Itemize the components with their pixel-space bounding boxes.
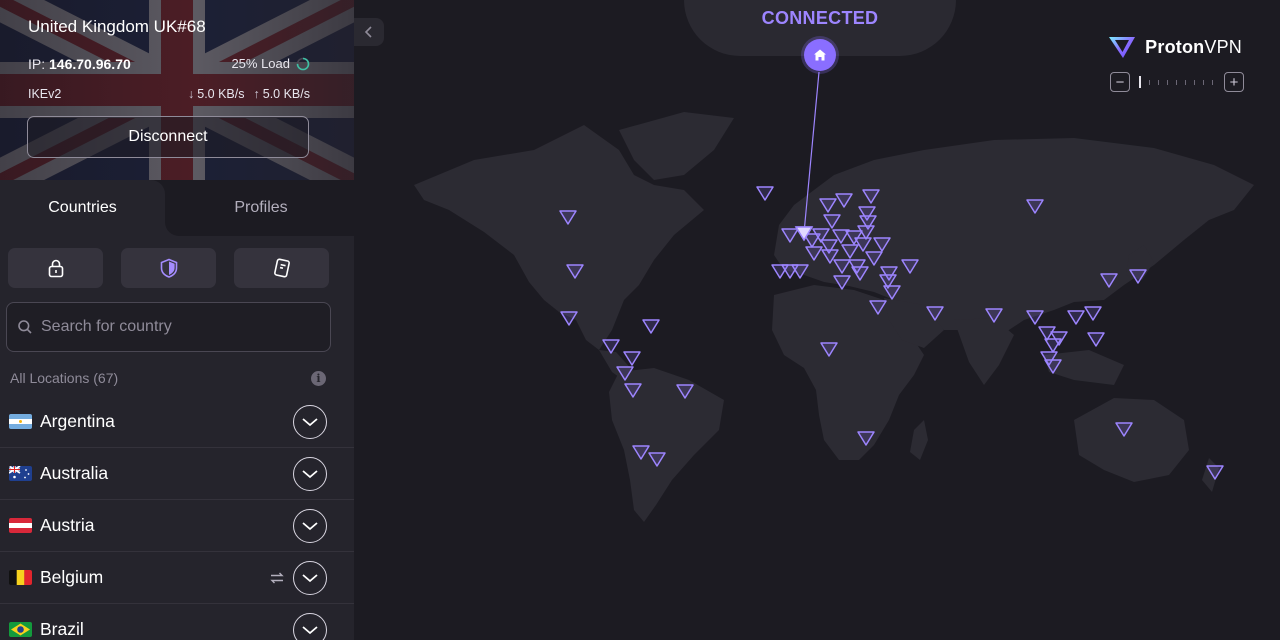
chevron-down-icon xyxy=(302,470,318,479)
chevron-down-icon xyxy=(302,626,318,635)
expand-button[interactable] xyxy=(293,405,327,439)
country-search[interactable] xyxy=(6,302,331,352)
server-marker-icon[interactable] xyxy=(1067,310,1085,325)
zoom-in-button[interactable]: + xyxy=(1224,72,1244,92)
brand-name-regular: VPN xyxy=(1204,36,1242,57)
home-location-pin[interactable] xyxy=(804,39,836,71)
expand-button[interactable] xyxy=(293,561,327,595)
country-row-argentina[interactable]: Argentina xyxy=(0,396,354,448)
ip-value: 146.70.96.70 xyxy=(49,56,131,72)
lock-icon xyxy=(48,259,63,278)
server-marker-icon[interactable] xyxy=(1084,306,1102,321)
server-marker-icon[interactable] xyxy=(1087,332,1105,347)
upload-arrow-icon: ↑ xyxy=(253,87,260,101)
connection-status: CONNECTED xyxy=(761,8,879,28)
server-marker-icon[interactable] xyxy=(642,319,660,334)
country-row-belgium[interactable]: Belgium xyxy=(0,552,354,604)
filter-p2p-button[interactable] xyxy=(234,248,329,288)
zoom-control: − + xyxy=(1110,72,1244,92)
info-icon[interactable]: i xyxy=(311,371,326,386)
country-row-australia[interactable]: Australia xyxy=(0,448,354,500)
collapse-sidebar-button[interactable] xyxy=(354,18,384,46)
country-name: Argentina xyxy=(40,411,115,431)
shield-icon xyxy=(160,258,177,278)
protonvpn-logo: ProtonVPN xyxy=(1107,34,1242,60)
australia-flag-icon xyxy=(9,466,32,481)
country-name: Australia xyxy=(40,463,109,483)
load-ring-icon xyxy=(296,57,310,70)
chevron-down-icon xyxy=(302,522,318,531)
tab-profiles[interactable]: Profiles xyxy=(168,180,354,236)
expand-button[interactable] xyxy=(293,509,327,543)
chevron-left-icon xyxy=(364,26,372,38)
world-map-panel: CONNECTED ProtonVPN − + xyxy=(354,0,1280,640)
download-speed: 5.0 KB/s xyxy=(197,87,245,101)
upload-speed: 5.0 KB/s xyxy=(262,87,310,101)
search-input[interactable] xyxy=(41,318,311,336)
brazil-flag-icon xyxy=(9,622,32,637)
speed-stats: ↓ 5.0 KB/s ↑ 5.0 KB/s xyxy=(188,87,310,101)
server-marker-icon[interactable] xyxy=(623,351,641,366)
country-name: Austria xyxy=(40,515,95,535)
country-row-austria[interactable]: Austria xyxy=(0,500,354,552)
proton-logo-icon xyxy=(1109,37,1136,58)
sidebar: United Kingdom UK#68 IP: 146.70.96.70 25… xyxy=(0,0,354,640)
belgium-flag-icon xyxy=(9,570,32,585)
world-map xyxy=(414,71,1254,522)
zoom-out-button[interactable]: − xyxy=(1110,72,1130,92)
server-load: 25% Load xyxy=(231,56,310,71)
brand-name-bold: Proton xyxy=(1145,36,1205,57)
filter-secure-button[interactable] xyxy=(121,248,216,288)
app-window: United Kingdom UK#68 IP: 146.70.96.70 25… xyxy=(0,0,1280,640)
argentina-flag-icon xyxy=(9,414,32,429)
search-icon xyxy=(18,320,32,334)
filter-bar xyxy=(8,248,329,288)
server-name: United Kingdom UK#68 xyxy=(28,17,206,36)
server-marker-icon[interactable] xyxy=(756,186,774,201)
all-locations-header: All Locations (67) xyxy=(10,370,119,386)
expand-button[interactable] xyxy=(293,613,327,640)
continents xyxy=(414,112,1254,522)
country-row-brazil[interactable]: Brazil xyxy=(0,604,354,640)
download-arrow-icon: ↓ xyxy=(188,87,195,101)
tab-countries[interactable]: Countries xyxy=(0,180,165,236)
p2p-icon xyxy=(270,572,284,584)
sidebar-tabs: Countries Profiles xyxy=(0,180,354,236)
chevron-down-icon xyxy=(302,418,318,427)
home-icon xyxy=(814,49,826,61)
country-list: Argentina Australia Austria Belgium Braz… xyxy=(0,396,354,640)
secure-core-icon xyxy=(273,258,290,278)
country-name: Belgium xyxy=(40,567,104,587)
filter-standard-button[interactable] xyxy=(8,248,103,288)
ip-address: IP: 146.70.96.70 xyxy=(28,56,131,72)
disconnect-button[interactable]: Disconnect xyxy=(27,116,309,158)
connection-panel: United Kingdom UK#68 IP: 146.70.96.70 25… xyxy=(0,0,354,180)
country-name: Brazil xyxy=(40,619,84,639)
protocol: IKEv2 xyxy=(28,87,62,101)
zoom-slider[interactable] xyxy=(1136,72,1218,92)
austria-flag-icon xyxy=(9,518,32,533)
expand-button[interactable] xyxy=(293,457,327,491)
chevron-down-icon xyxy=(302,574,318,583)
load-label: 25% Load xyxy=(231,56,290,71)
